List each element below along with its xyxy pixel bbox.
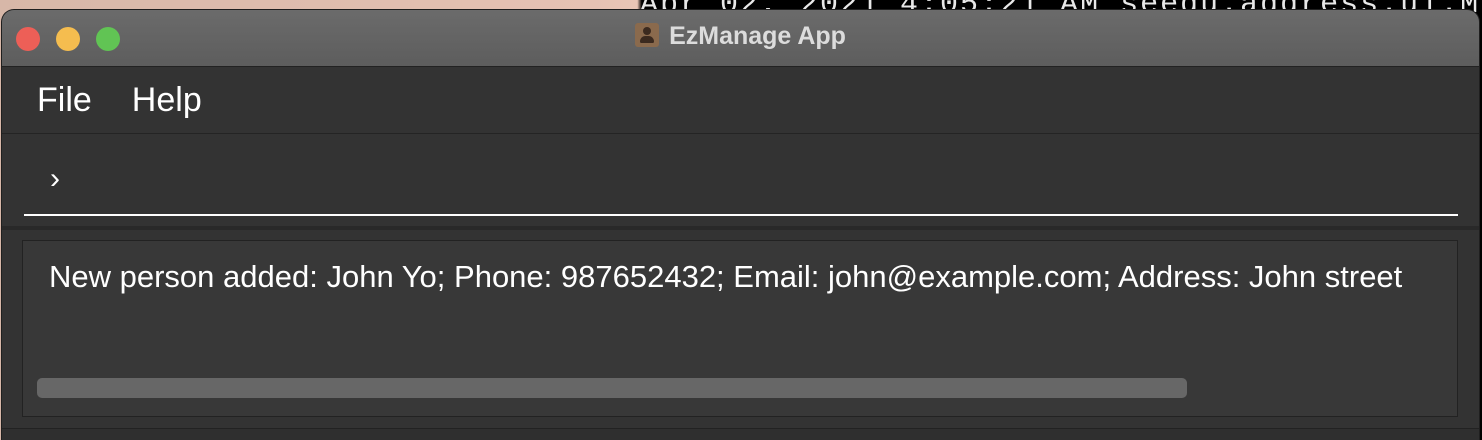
window-title-text: EzManage App (669, 22, 846, 50)
command-prompt-icon: › (50, 162, 60, 195)
command-input-underline (24, 214, 1458, 216)
command-input[interactable] (78, 160, 1452, 202)
app-window: EzManage App File Help › New person adde… (2, 10, 1479, 440)
result-message: New person added: John Yo; Phone: 987652… (49, 259, 1403, 294)
app-icon (635, 23, 660, 47)
result-display: New person added: John Yo; Phone: 987652… (22, 240, 1458, 417)
menu-file[interactable]: File (37, 81, 92, 120)
menu-bar: File Help (2, 67, 1479, 134)
menu-help[interactable]: Help (132, 81, 202, 120)
desktop: Apr 02, 2021 4:05:21 AM seedu.address.ui… (0, 0, 1482, 440)
titlebar: EzManage App (2, 10, 1479, 67)
command-area: › (2, 134, 1479, 230)
bottom-panel-edge (2, 428, 1479, 440)
window-title: EzManage App (2, 22, 1479, 51)
scrollbar-thumb[interactable] (37, 378, 1187, 398)
horizontal-scrollbar[interactable] (37, 378, 1443, 398)
